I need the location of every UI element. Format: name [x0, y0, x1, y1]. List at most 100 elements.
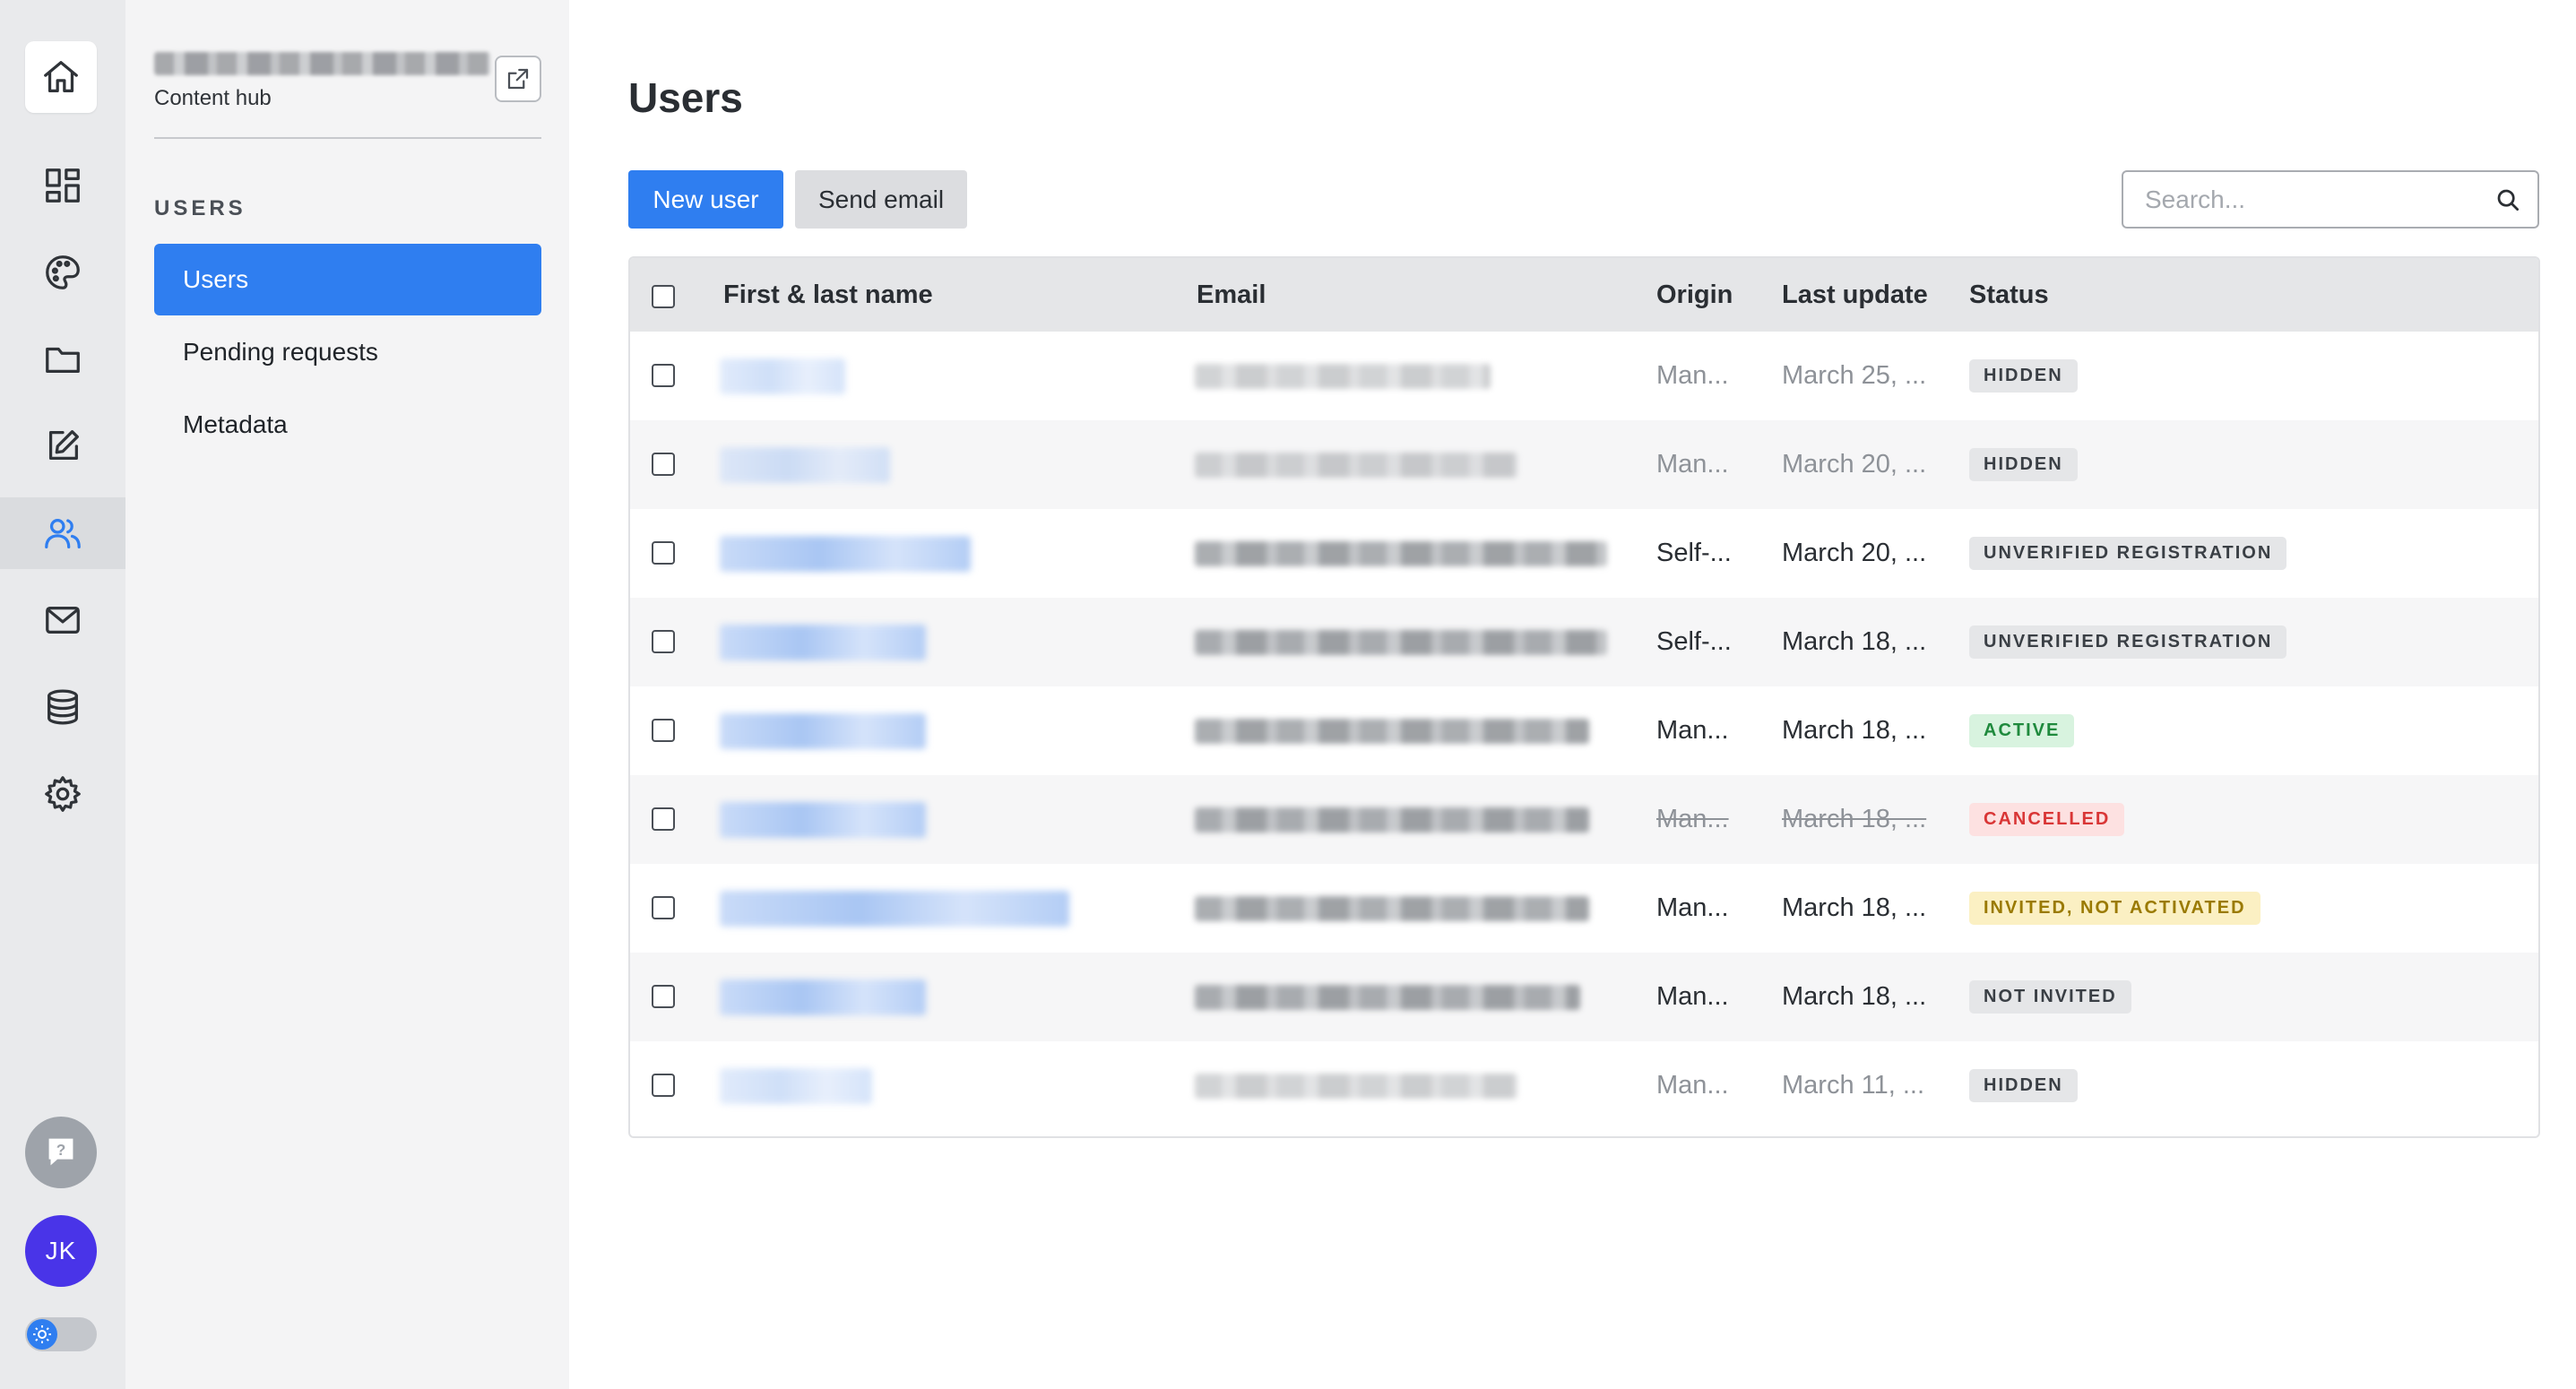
secondary-sidebar: Content hub USERS Users Pending requests… [125, 0, 569, 1389]
user-email-redacted [1195, 541, 1607, 566]
sidebar-item-users[interactable]: Users [154, 244, 541, 315]
origin-cell: Man... [1656, 982, 1729, 1011]
row-checkbox[interactable] [652, 807, 675, 831]
origin-cell: Man... [1656, 805, 1729, 833]
status-badge: CANCELLED [1969, 803, 2125, 836]
column-header-name[interactable]: First & last name [723, 258, 933, 332]
user-email-redacted [1195, 896, 1589, 921]
row-checkbox[interactable] [652, 630, 675, 653]
sun-icon [27, 1319, 57, 1350]
user-name-redacted[interactable] [720, 1068, 872, 1104]
dashboard-icon[interactable] [0, 150, 125, 221]
search-icon[interactable] [2494, 186, 2521, 213]
folder-icon[interactable] [0, 324, 125, 395]
gear-icon[interactable] [0, 758, 125, 830]
user-email-redacted [1195, 985, 1580, 1010]
avatar[interactable]: JK [25, 1215, 97, 1287]
origin-cell: Man... [1656, 1071, 1729, 1100]
table-row[interactable]: Man... March 11, ... HIDDEN [630, 1041, 2538, 1130]
origin-cell: Man... [1656, 450, 1729, 479]
select-all-checkbox[interactable] [652, 285, 675, 308]
user-name-redacted[interactable] [720, 536, 971, 572]
user-name-redacted[interactable] [720, 625, 926, 660]
table-row[interactable]: Man... March 20, ... HIDDEN [630, 420, 2538, 509]
open-external-icon[interactable] [495, 56, 541, 102]
status-badge: UNVERIFIED REGISTRATION [1969, 537, 2287, 570]
status-cell: INVITED, NOT ACTIVATED [1969, 864, 2260, 953]
table-row[interactable]: Man... March 18, ... CANCELLED [630, 775, 2538, 864]
status-cell: CANCELLED [1969, 775, 2125, 864]
status-badge: ACTIVE [1969, 714, 2075, 747]
status-badge: UNVERIFIED REGISTRATION [1969, 625, 2287, 659]
svg-text:?: ? [56, 1141, 66, 1159]
user-name-redacted[interactable] [720, 802, 926, 838]
user-name-redacted[interactable] [720, 358, 845, 394]
divider [154, 137, 541, 139]
last-update-cell: March 11, ... [1782, 1071, 1925, 1100]
edit-icon[interactable] [0, 410, 125, 482]
table-row[interactable]: Man... March 18, ... ACTIVE [630, 686, 2538, 775]
mail-icon[interactable] [0, 584, 125, 656]
section-heading: USERS [154, 196, 246, 220]
user-email-redacted [1195, 1074, 1517, 1099]
table-row[interactable]: Man... March 18, ... NOT INVITED [630, 953, 2538, 1041]
user-email-redacted [1195, 364, 1491, 389]
palette-icon[interactable] [0, 237, 125, 308]
user-name-redacted[interactable] [720, 447, 890, 483]
status-cell: NOT INVITED [1969, 953, 2131, 1041]
origin-cell: Man... [1656, 716, 1729, 745]
main-content: Users New user Send email First & last n… [569, 0, 2576, 1389]
user-email-redacted [1195, 453, 1517, 478]
origin-cell: Self-... [1656, 627, 1732, 656]
row-checkbox[interactable] [652, 985, 675, 1008]
sidebar-item-pending-requests[interactable]: Pending requests [154, 316, 541, 388]
table-row[interactable]: Man... March 18, ... INVITED, NOT ACTIVATE… [630, 864, 2538, 953]
status-cell: UNVERIFIED REGISTRATION [1969, 509, 2287, 598]
search-box [2122, 170, 2539, 229]
row-checkbox[interactable] [652, 453, 675, 476]
table-row[interactable]: Man... March 25, ... HIDDEN [630, 332, 2538, 420]
column-header-email[interactable]: Email [1197, 258, 1266, 332]
last-update-cell: March 18, ... [1782, 893, 1927, 922]
project-name-redacted [154, 52, 490, 75]
last-update-cell: March 18, ... [1782, 627, 1927, 656]
status-cell: UNVERIFIED REGISTRATION [1969, 598, 2287, 686]
column-header-last-update[interactable]: Last update [1782, 258, 1928, 332]
status-badge: HIDDEN [1969, 448, 2078, 481]
search-input[interactable] [2123, 172, 2482, 227]
user-name-redacted[interactable] [720, 713, 926, 749]
theme-toggle[interactable] [25, 1317, 97, 1351]
status-cell: ACTIVE [1969, 686, 2075, 775]
users-table: First & last name Email Origin Last upda… [628, 256, 2540, 1138]
table-row[interactable]: Self-... March 18, ... UNVERIFIED REGISTRA… [630, 598, 2538, 686]
row-checkbox[interactable] [652, 896, 675, 919]
status-badge: NOT INVITED [1969, 980, 2131, 1014]
status-cell: HIDDEN [1969, 420, 2078, 509]
new-user-button[interactable]: New user [628, 170, 783, 229]
page-title: Users [628, 74, 743, 121]
table-row[interactable]: Self-... March 20, ... UNVERIFIED REGISTRA… [630, 509, 2538, 598]
send-email-button[interactable]: Send email [795, 170, 967, 229]
status-cell: HIDDEN [1969, 332, 2078, 420]
icon-rail: ? JK [0, 0, 125, 1389]
last-update-cell: March 18, ... [1782, 716, 1927, 745]
user-name-redacted[interactable] [720, 979, 926, 1015]
row-checkbox[interactable] [652, 364, 675, 387]
row-checkbox[interactable] [652, 719, 675, 742]
last-update-cell: March 20, ... [1782, 539, 1927, 567]
last-update-cell: March 18, ... [1782, 982, 1927, 1011]
status-badge: HIDDEN [1969, 1069, 2078, 1102]
row-checkbox[interactable] [652, 541, 675, 565]
home-icon[interactable] [25, 41, 97, 113]
user-email-redacted [1195, 807, 1589, 833]
database-icon[interactable] [0, 671, 125, 743]
help-icon[interactable]: ? [25, 1117, 97, 1188]
users-icon[interactable] [0, 497, 125, 569]
column-header-origin[interactable]: Origin [1656, 258, 1733, 332]
column-header-status[interactable]: Status [1969, 258, 2049, 332]
user-name-redacted[interactable] [720, 891, 1069, 927]
origin-cell: Self-... [1656, 539, 1732, 567]
origin-cell: Man... [1656, 361, 1729, 390]
sidebar-item-metadata[interactable]: Metadata [154, 389, 541, 461]
row-checkbox[interactable] [652, 1074, 675, 1097]
